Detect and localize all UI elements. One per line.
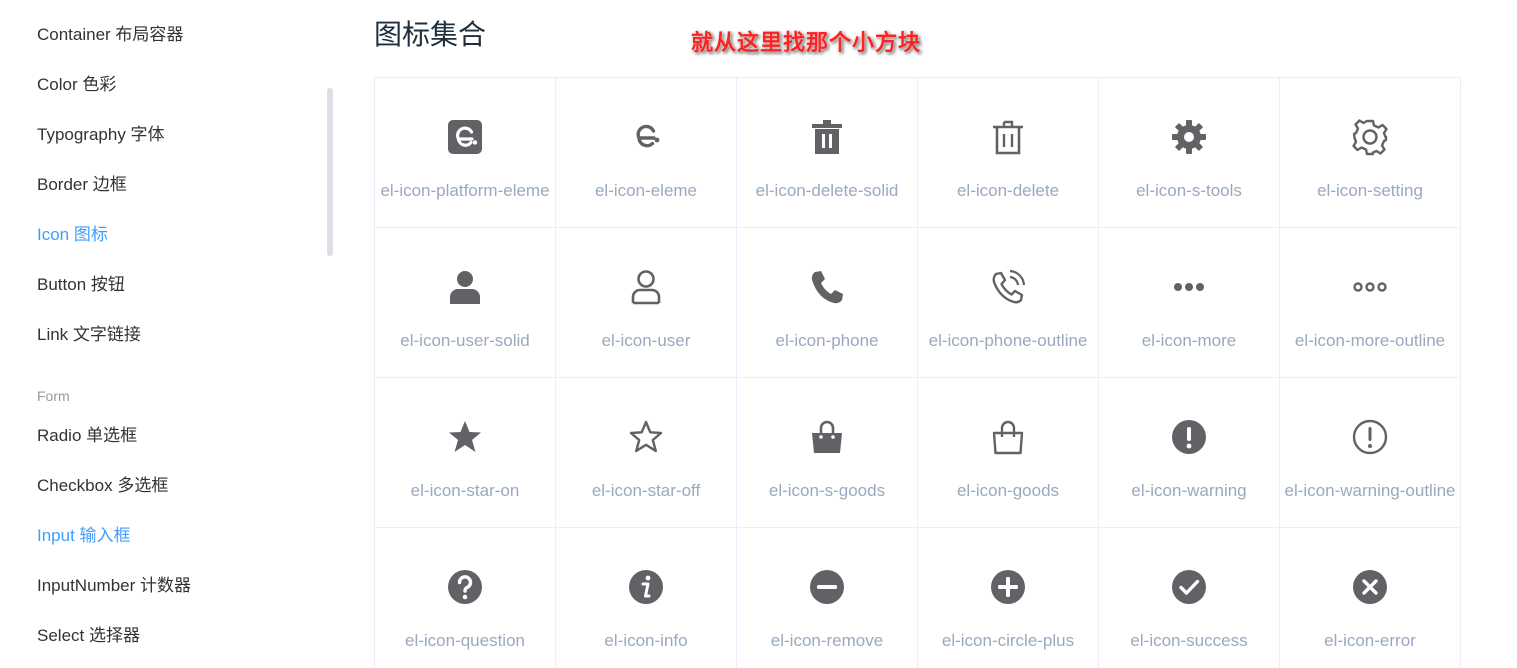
- icon-cell[interactable]: el-icon-goods: [918, 378, 1099, 528]
- sidebar-scrollbar[interactable]: [327, 88, 333, 256]
- icon-cell[interactable]: el-icon-eleme: [556, 78, 737, 228]
- icon-name-label: el-icon-more: [1141, 331, 1237, 350]
- sidebar-item-icon[interactable]: Icon 图标: [37, 225, 108, 245]
- icon-name-label: el-icon-info: [604, 631, 688, 650]
- icon-name-label: el-icon-success: [1130, 631, 1248, 650]
- star-off-icon: [627, 418, 665, 456]
- s-goods-icon: [808, 418, 846, 456]
- icon-name-label: el-icon-more-outline: [1294, 331, 1446, 350]
- icon-cell[interactable]: el-icon-warning-outline: [1280, 378, 1461, 528]
- icon-cell[interactable]: el-icon-warning: [1099, 378, 1280, 528]
- sidebar-item-border[interactable]: Border 边框: [37, 175, 127, 195]
- sidebar-item-checkbox[interactable]: Checkbox 多选框: [37, 476, 168, 496]
- user-icon: [627, 268, 665, 306]
- icon-cell[interactable]: el-icon-star-off: [556, 378, 737, 528]
- icon-cell[interactable]: el-icon-user-solid: [375, 228, 556, 378]
- circle-plus-icon: [989, 568, 1027, 606]
- sidebar-item-select[interactable]: Select 选择器: [37, 626, 140, 646]
- question-icon: [446, 568, 484, 606]
- sidebar-nav: Container 布局容器 Color 色彩 Typography 字体 Bo…: [0, 0, 340, 668]
- icon-name-label: el-icon-delete: [956, 181, 1060, 200]
- more-outline-icon: [1351, 268, 1389, 306]
- icon-name-label: el-icon-delete-solid: [755, 181, 899, 200]
- icon-name-label: el-icon-phone-outline: [928, 331, 1088, 350]
- icon-cell[interactable]: el-icon-remove: [737, 528, 918, 668]
- delete-icon: [989, 118, 1027, 156]
- icon-cell[interactable]: el-icon-delete-solid: [737, 78, 918, 228]
- icon-cell[interactable]: el-icon-phone: [737, 228, 918, 378]
- icon-name-label: el-icon-star-off: [591, 481, 701, 500]
- icon-cell[interactable]: el-icon-success: [1099, 528, 1280, 668]
- icon-name-label: el-icon-circle-plus: [941, 631, 1075, 650]
- sidebar-item-button[interactable]: Button 按钮: [37, 275, 125, 295]
- s-tools-icon: [1170, 118, 1208, 156]
- icon-name-label: el-icon-s-tools: [1136, 181, 1242, 200]
- warning-icon: [1170, 418, 1208, 456]
- sidebar-item-input[interactable]: Input 输入框: [37, 526, 131, 546]
- icon-cell[interactable]: el-icon-star-on: [375, 378, 556, 528]
- sidebar-item-typography[interactable]: Typography 字体: [37, 125, 165, 145]
- icon-cell[interactable]: el-icon-user: [556, 228, 737, 378]
- phone-outline-icon: [989, 268, 1027, 306]
- goods-icon: [989, 418, 1027, 456]
- icon-name-label: el-icon-user: [601, 331, 691, 350]
- icon-name-label: el-icon-user-solid: [400, 331, 530, 350]
- icon-name-label: el-icon-phone: [775, 331, 879, 350]
- icon-name-label: el-icon-platform-eleme: [380, 181, 550, 200]
- icon-name-label: el-icon-eleme: [594, 181, 698, 200]
- more-icon: [1170, 268, 1208, 306]
- error-icon: [1351, 568, 1389, 606]
- icon-name-label: el-icon-remove: [770, 631, 884, 650]
- sidebar-item-link[interactable]: Link 文字链接: [37, 325, 141, 345]
- user-solid-icon: [446, 268, 484, 306]
- delete-solid-icon: [808, 118, 846, 156]
- icon-cell[interactable]: el-icon-phone-outline: [918, 228, 1099, 378]
- icon-cell[interactable]: el-icon-delete: [918, 78, 1099, 228]
- icon-name-label: el-icon-goods: [956, 481, 1060, 500]
- icon-cell[interactable]: el-icon-circle-plus: [918, 528, 1099, 668]
- icon-name-label: el-icon-setting: [1317, 181, 1423, 200]
- icon-name-label: el-icon-s-goods: [768, 481, 886, 500]
- info-icon: [627, 568, 665, 606]
- success-icon: [1170, 568, 1208, 606]
- sidebar-item-color[interactable]: Color 色彩: [37, 75, 116, 95]
- icon-cell[interactable]: el-icon-s-goods: [737, 378, 918, 528]
- icon-name-label: el-icon-error: [1324, 631, 1416, 650]
- sidebar-item-inputnumber[interactable]: InputNumber 计数器: [37, 576, 191, 596]
- icon-name-label: el-icon-warning: [1131, 481, 1247, 500]
- warning-outline-icon: [1351, 418, 1389, 456]
- icon-cell[interactable]: el-icon-platform-eleme: [375, 78, 556, 228]
- icon-name-label: el-icon-question: [404, 631, 525, 650]
- icon-cell[interactable]: el-icon-more-outline: [1280, 228, 1461, 378]
- icon-cell[interactable]: el-icon-setting: [1280, 78, 1461, 228]
- icon-name-label: el-icon-star-on: [410, 481, 520, 500]
- remove-icon: [808, 568, 846, 606]
- annotation-text: 就从这里找那个小方块: [691, 30, 922, 55]
- sidebar-item-radio[interactable]: Radio 单选框: [37, 426, 137, 446]
- icon-cell[interactable]: el-icon-error: [1280, 528, 1461, 668]
- platform-eleme-icon: [446, 118, 484, 156]
- page-title: 图标集合: [374, 19, 487, 50]
- icon-cell[interactable]: el-icon-more: [1099, 228, 1280, 378]
- icon-name-label: el-icon-warning-outline: [1284, 481, 1456, 500]
- sidebar-item-container[interactable]: Container 布局容器: [37, 25, 183, 45]
- icon-grid: el-icon-platform-eleme el-icon-eleme el-…: [374, 77, 1462, 668]
- star-on-icon: [446, 418, 484, 456]
- icon-cell[interactable]: el-icon-question: [375, 528, 556, 668]
- phone-icon: [808, 268, 846, 306]
- sidebar-group-form: Form: [37, 388, 70, 404]
- icon-cell[interactable]: el-icon-info: [556, 528, 737, 668]
- setting-icon: [1351, 118, 1389, 156]
- icon-cell[interactable]: el-icon-s-tools: [1099, 78, 1280, 228]
- eleme-icon: [627, 118, 665, 156]
